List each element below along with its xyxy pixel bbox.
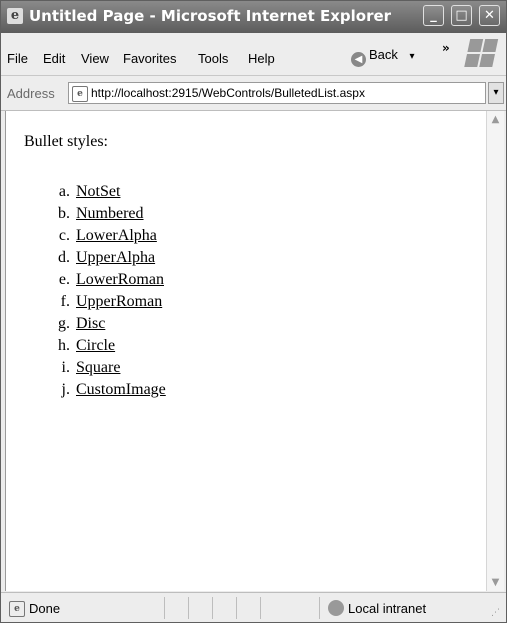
status-divider: [319, 597, 320, 619]
menu-edit[interactable]: Edit: [43, 51, 65, 66]
resize-grip-icon[interactable]: ⋰: [491, 608, 500, 618]
status-divider: [212, 597, 213, 619]
link-square[interactable]: Square: [76, 359, 120, 377]
menu-tools[interactable]: Tools: [198, 51, 228, 66]
back-arrow-icon: ◀: [351, 52, 366, 67]
status-divider: [164, 597, 165, 619]
list-marker: j.: [61, 381, 70, 398]
link-circle[interactable]: Circle: [76, 337, 115, 355]
back-dropdown-icon[interactable]: ▾: [410, 51, 415, 62]
scroll-up-button[interactable]: ▲: [487, 111, 504, 128]
list-marker: d.: [58, 249, 70, 266]
address-label: Address: [7, 86, 55, 101]
menu-help[interactable]: Help: [248, 51, 275, 66]
list-marker: a.: [58, 183, 70, 200]
maximize-button[interactable]: □: [451, 5, 472, 26]
back-button[interactable]: ◀ Back ▾: [351, 47, 415, 67]
intranet-globe-icon: [328, 600, 344, 616]
list-marker: b.: [58, 205, 70, 222]
windows-logo-icon: [464, 39, 500, 69]
list-marker: h.: [58, 337, 70, 354]
menu-view[interactable]: View: [81, 51, 109, 66]
status-divider: [260, 597, 261, 619]
link-lowerroman[interactable]: LowerRoman: [76, 271, 164, 289]
link-notset[interactable]: NotSet: [76, 183, 120, 201]
link-upperroman[interactable]: UpperRoman: [76, 293, 162, 311]
menu-file[interactable]: File: [7, 51, 28, 66]
status-text: Done: [29, 601, 61, 616]
ie-page-icon: e: [72, 86, 88, 102]
window-title: Untitled Page - Microsoft Internet Explo…: [29, 7, 392, 25]
list-marker: e.: [58, 271, 70, 288]
list-marker: i.: [61, 359, 70, 376]
security-zone: Local intranet: [348, 601, 427, 616]
link-disc[interactable]: Disc: [76, 315, 105, 333]
link-upperalpha[interactable]: UpperAlpha: [76, 249, 155, 267]
link-numbered[interactable]: Numbered: [76, 205, 144, 223]
address-input[interactable]: e http://localhost:2915/WebControls/Bull…: [68, 82, 486, 104]
status-bar: e Done Local intranet ⋰: [1, 592, 506, 622]
vertical-scrollbar[interactable]: ▲ ▼: [486, 111, 504, 591]
page-content: Bullet styles: a. NotSet b. Numbered c. Low…: [5, 111, 486, 591]
menu-bar: File Edit View Favorites Tools Help ◀ Bac…: [1, 33, 506, 76]
minimize-button[interactable]: _: [423, 5, 444, 26]
browser-window: e Untitled Page - Microsoft Internet Exp…: [0, 0, 507, 623]
back-label: Back: [369, 47, 398, 62]
ie-page-icon[interactable]: e: [7, 8, 23, 24]
link-customimage[interactable]: CustomImage: [76, 381, 166, 399]
toolbar-chevron-icon[interactable]: »: [442, 41, 450, 55]
ie-page-icon: e: [9, 601, 25, 617]
page-heading: Bullet styles:: [24, 133, 108, 150]
scroll-down-button[interactable]: ▼: [487, 574, 504, 591]
title-bar[interactable]: e Untitled Page - Microsoft Internet Exp…: [1, 1, 506, 33]
status-divider: [236, 597, 237, 619]
address-dropdown-button[interactable]: ▾: [488, 82, 504, 104]
link-loweralpha[interactable]: LowerAlpha: [76, 227, 157, 245]
address-url[interactable]: http://localhost:2915/WebControls/Bullet…: [91, 86, 365, 100]
close-button[interactable]: ✕: [479, 5, 500, 26]
list-marker: g.: [58, 315, 70, 332]
list-marker: f.: [60, 293, 70, 310]
address-bar: Address e http://localhost:2915/WebContr…: [1, 76, 506, 111]
menu-favorites[interactable]: Favorites: [123, 51, 176, 66]
list-marker: c.: [58, 227, 70, 244]
status-divider: [188, 597, 189, 619]
